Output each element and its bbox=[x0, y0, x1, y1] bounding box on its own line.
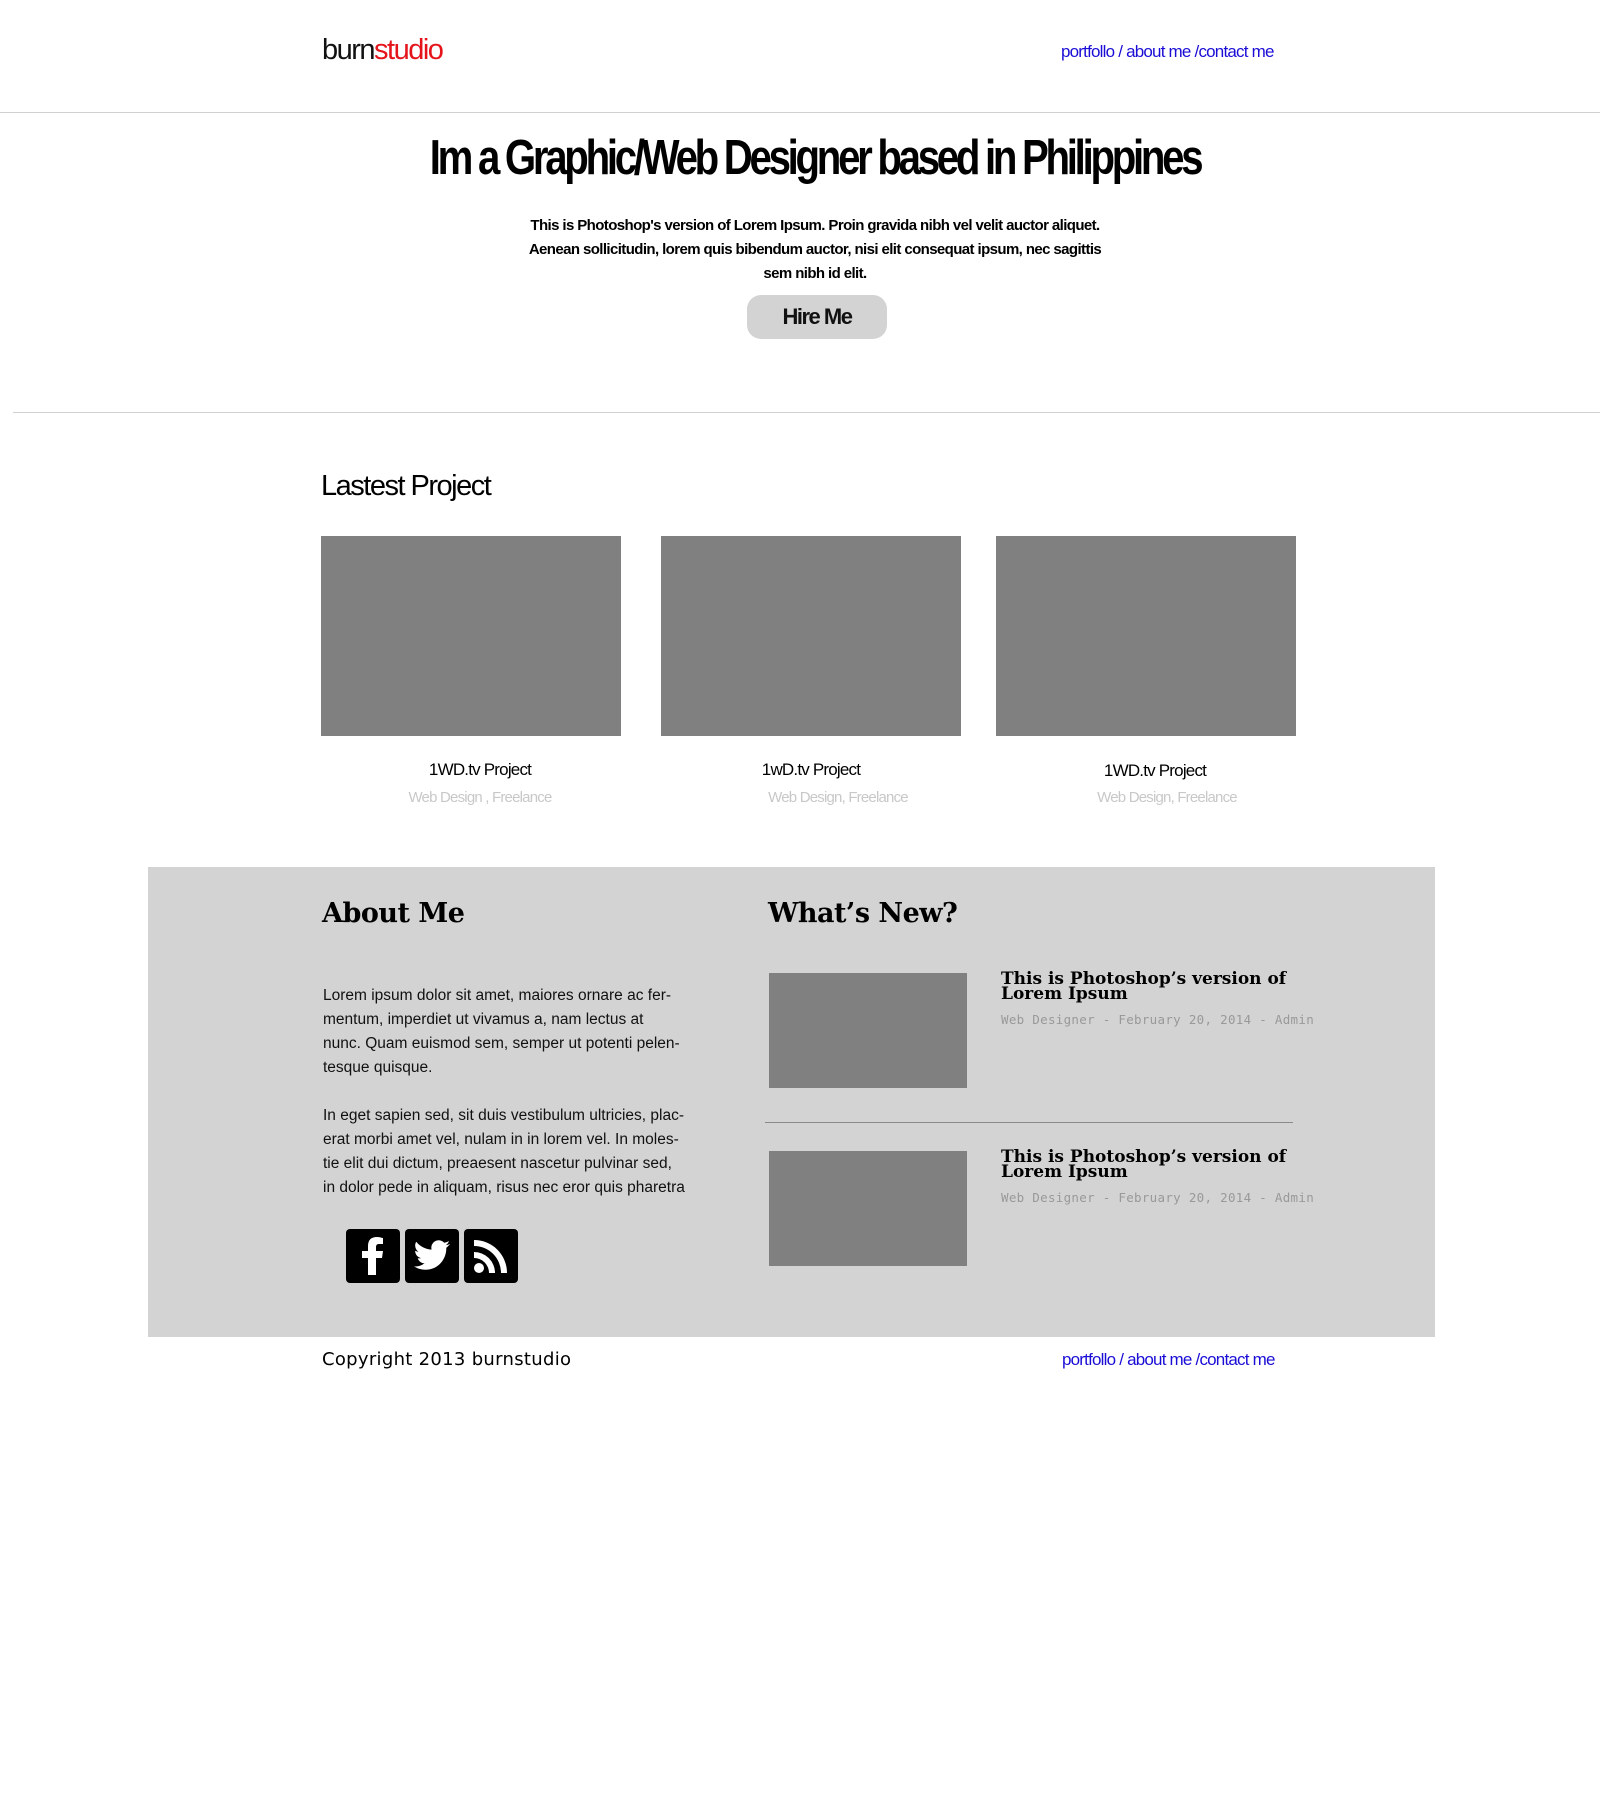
about-line: Lorem ipsum dolor sit amet, maiores orna… bbox=[323, 987, 672, 1004]
twitter-icon-glyph bbox=[414, 1240, 450, 1270]
project-thumbnail[interactable] bbox=[996, 536, 1296, 736]
facebook-icon[interactable] bbox=[346, 1229, 400, 1283]
about-line: mentum, imperdiet ut vivamus a, nam lect… bbox=[323, 1011, 644, 1028]
project-subtitle: Web Design, Freelance bbox=[1097, 789, 1237, 806]
rss-icon-glyph bbox=[474, 1240, 507, 1273]
facebook-icon-glyph bbox=[362, 1237, 383, 1275]
rss-icon[interactable] bbox=[464, 1229, 518, 1283]
project-subtitle: Web Design, Freelance bbox=[768, 789, 908, 806]
latest-projects-heading: Lastest Project bbox=[321, 470, 492, 502]
about-paragraph: In eget sapien sed, sit duis vestibulum … bbox=[323, 1104, 703, 1200]
footer-portfolio-link[interactable]: portfollo bbox=[1062, 1350, 1116, 1369]
about-news-panel bbox=[148, 867, 1435, 1337]
project-title[interactable]: 1WD.tv Project bbox=[1005, 761, 1305, 781]
hero-title: Im a Graphic/Web Designer based in Phili… bbox=[429, 131, 1204, 185]
news-title[interactable]: This is Photoshop’s version of Lorem Ips… bbox=[1001, 971, 1286, 1004]
project-title[interactable]: 1WD.tv Project bbox=[330, 760, 630, 780]
footer-about-link[interactable]: about me bbox=[1127, 1350, 1192, 1369]
hire-me-button[interactable]: Hire Me bbox=[747, 295, 887, 339]
logo-part-studio: studio bbox=[374, 34, 444, 66]
top-nav: portfollo / about me /contact me bbox=[1061, 42, 1274, 62]
logo-part-burn: burn bbox=[322, 34, 376, 66]
about-line: nunc. Quam euismod sem, semper ut potent… bbox=[323, 1035, 680, 1052]
whats-new-heading: What’s New? bbox=[768, 898, 958, 929]
news-thumbnail[interactable] bbox=[769, 973, 967, 1088]
nav-separator: / bbox=[1119, 1350, 1124, 1369]
news-title-line: Lorem Ipsum bbox=[1001, 984, 1128, 1004]
news-title-line: Lorem Ipsum bbox=[1001, 1162, 1128, 1182]
nav-separator: / bbox=[1118, 42, 1123, 61]
about-line: in dolor pede in aliquam, risus nec eror… bbox=[323, 1179, 685, 1196]
hero-line: Aenean sollicitudin, lorem quis bibendum… bbox=[528, 241, 1102, 258]
project-thumbnail[interactable] bbox=[321, 536, 621, 736]
hero-line: sem nibh id elit. bbox=[763, 265, 867, 282]
project-thumbnail[interactable] bbox=[661, 536, 961, 736]
hero-line: This is Photoshop's version of Lorem Ips… bbox=[530, 217, 1100, 234]
hero-divider bbox=[13, 412, 1600, 413]
footer-contact-link[interactable]: contact me bbox=[1199, 1350, 1275, 1369]
nav-portfolio-link[interactable]: portfollo bbox=[1061, 42, 1115, 61]
project-title[interactable]: 1wD.tv Project bbox=[661, 760, 961, 780]
twitter-icon[interactable] bbox=[405, 1229, 459, 1283]
about-line: tesque quisque. bbox=[323, 1059, 433, 1076]
hero-description: This is Photoshop's version of Lorem Ips… bbox=[520, 214, 1110, 286]
nav-contact-link[interactable]: contact me bbox=[1198, 42, 1274, 61]
news-meta: Web Designer - February 20, 2014 - Admin bbox=[1001, 1012, 1315, 1027]
news-title[interactable]: This is Photoshop’s version of Lorem Ips… bbox=[1001, 1149, 1286, 1182]
news-divider bbox=[765, 1122, 1293, 1123]
copyright-text: Copyright 2013 burnstudio bbox=[322, 1349, 572, 1370]
about-line: In eget sapien sed, sit duis vestibulum … bbox=[323, 1107, 684, 1124]
about-line: erat morbi amet vel, nulam in in lorem v… bbox=[323, 1131, 679, 1148]
site-logo[interactable]: burnstudio bbox=[322, 32, 444, 68]
footer-nav: portfollo / about me /contact me bbox=[1062, 1350, 1275, 1370]
about-paragraph: Lorem ipsum dolor sit amet, maiores orna… bbox=[323, 984, 703, 1080]
nav-about-link[interactable]: about me bbox=[1126, 42, 1191, 61]
project-subtitle: Web Design , Freelance bbox=[408, 789, 552, 806]
news-thumbnail[interactable] bbox=[769, 1151, 967, 1266]
header-divider bbox=[0, 112, 1600, 113]
about-me-heading: About Me bbox=[322, 898, 465, 929]
news-meta: Web Designer - February 20, 2014 - Admin bbox=[1001, 1190, 1315, 1205]
about-line: tie elit dui dictum, preaesent nascetur … bbox=[323, 1155, 672, 1172]
